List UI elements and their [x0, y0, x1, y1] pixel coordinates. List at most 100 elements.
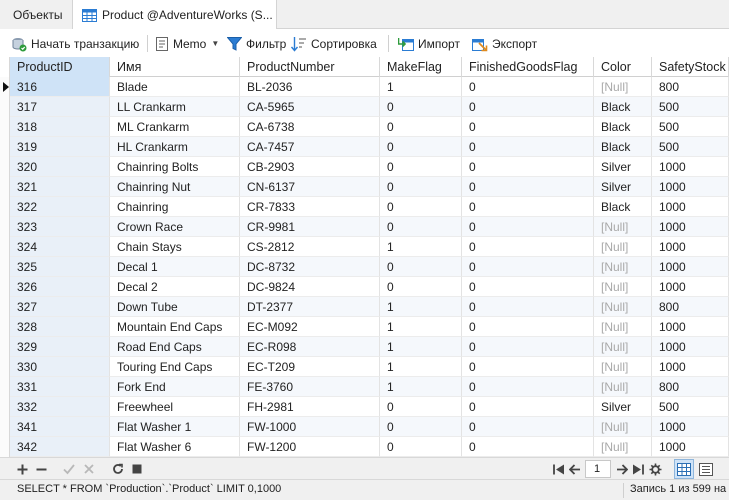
first-page-button[interactable]	[552, 460, 566, 478]
row-indicator[interactable]	[0, 337, 10, 357]
table-cell[interactable]: FH-2981	[240, 397, 380, 417]
table-cell[interactable]: 1000	[652, 177, 729, 197]
table-cell[interactable]: Freewheel	[110, 397, 240, 417]
table-row[interactable]: 330 Touring End Caps EC-T209 1 0 [Null] 1000	[0, 357, 729, 377]
table-cell[interactable]: 0	[380, 277, 462, 297]
stop-button[interactable]	[130, 460, 144, 478]
table-cell[interactable]: 322	[10, 197, 110, 217]
table-cell[interactable]: EC-R098	[240, 337, 380, 357]
table-cell[interactable]: 0	[462, 397, 594, 417]
table-cell[interactable]: 0	[380, 157, 462, 177]
table-cell[interactable]: Chain Stays	[110, 237, 240, 257]
table-cell[interactable]: 0	[462, 377, 594, 397]
table-cell[interactable]: [Null]	[594, 257, 652, 277]
table-cell[interactable]: 1000	[652, 277, 729, 297]
table-cell[interactable]: 1	[380, 337, 462, 357]
previous-page-button[interactable]	[568, 460, 582, 478]
table-cell[interactable]: Crown Race	[110, 217, 240, 237]
table-cell[interactable]: [Null]	[594, 337, 652, 357]
table-cell[interactable]: 1000	[652, 417, 729, 437]
table-cell[interactable]: Blade	[110, 77, 240, 97]
table-row[interactable]: 326 Decal 2 DC-9824 0 0 [Null] 1000	[0, 277, 729, 297]
table-cell[interactable]: 0	[380, 177, 462, 197]
table-cell[interactable]: Black	[594, 137, 652, 157]
table-cell[interactable]: [Null]	[594, 277, 652, 297]
table-cell[interactable]: 0	[462, 297, 594, 317]
table-cell[interactable]: 321	[10, 177, 110, 197]
tab-product-table[interactable]: Product @AdventureWorks (S...	[73, 0, 277, 30]
row-indicator[interactable]	[0, 317, 10, 337]
table-cell[interactable]: 323	[10, 217, 110, 237]
table-cell[interactable]: Black	[594, 197, 652, 217]
memo-button[interactable]: Memo ▼	[155, 33, 219, 54]
refresh-button[interactable]	[111, 460, 125, 478]
table-cell[interactable]: 0	[462, 417, 594, 437]
table-cell[interactable]: [Null]	[594, 357, 652, 377]
table-cell[interactable]: 325	[10, 257, 110, 277]
table-row[interactable]: 332 Freewheel FH-2981 0 0 Silver 500	[0, 397, 729, 417]
table-cell[interactable]: Chainring Bolts	[110, 157, 240, 177]
discard-changes-button[interactable]	[82, 460, 96, 478]
table-cell[interactable]: CA-6738	[240, 117, 380, 137]
table-cell[interactable]: CN-6137	[240, 177, 380, 197]
table-cell[interactable]: 0	[462, 277, 594, 297]
row-indicator[interactable]	[0, 97, 10, 117]
table-row[interactable]: 324 Chain Stays CS-2812 1 0 [Null] 1000	[0, 237, 729, 257]
row-indicator[interactable]	[0, 257, 10, 277]
table-cell[interactable]: 0	[380, 257, 462, 277]
table-row[interactable]: 342 Flat Washer 6 FW-1200 0 0 [Null] 1000	[0, 437, 729, 457]
table-cell[interactable]: 1000	[652, 337, 729, 357]
table-cell[interactable]: [Null]	[594, 317, 652, 337]
column-header-makeflag[interactable]: MakeFlag	[380, 57, 462, 77]
row-indicator[interactable]	[0, 357, 10, 377]
table-cell[interactable]: 0	[462, 97, 594, 117]
table-cell[interactable]: 341	[10, 417, 110, 437]
table-cell[interactable]: 0	[462, 157, 594, 177]
table-cell[interactable]: [Null]	[594, 417, 652, 437]
import-button[interactable]: Импорт	[398, 33, 460, 54]
table-cell[interactable]: [Null]	[594, 377, 652, 397]
table-cell[interactable]: 0	[380, 217, 462, 237]
table-cell[interactable]: 319	[10, 137, 110, 157]
table-cell[interactable]: CR-9981	[240, 217, 380, 237]
table-cell[interactable]: 0	[380, 97, 462, 117]
row-indicator[interactable]	[0, 197, 10, 217]
table-cell[interactable]: 500	[652, 137, 729, 157]
column-header-safetystock[interactable]: SafetyStock	[652, 57, 729, 77]
table-cell[interactable]: 320	[10, 157, 110, 177]
table-row[interactable]: 320 Chainring Bolts CB-2903 0 0 Silver 1000	[0, 157, 729, 177]
table-cell[interactable]: LL Crankarm	[110, 97, 240, 117]
table-cell[interactable]: Decal 1	[110, 257, 240, 277]
table-cell[interactable]: 0	[380, 437, 462, 457]
table-cell[interactable]: 0	[462, 117, 594, 137]
table-cell[interactable]: 0	[462, 357, 594, 377]
table-cell[interactable]: Decal 2	[110, 277, 240, 297]
row-indicator[interactable]	[0, 377, 10, 397]
table-cell[interactable]: 0	[462, 317, 594, 337]
table-cell[interactable]: 330	[10, 357, 110, 377]
table-cell[interactable]: 331	[10, 377, 110, 397]
table-cell[interactable]: 800	[652, 297, 729, 317]
table-cell[interactable]: CB-2903	[240, 157, 380, 177]
column-header-name[interactable]: Имя	[110, 57, 240, 77]
table-cell[interactable]: [Null]	[594, 437, 652, 457]
table-cell[interactable]: 1	[380, 77, 462, 97]
table-cell[interactable]: ML Crankarm	[110, 117, 240, 137]
table-row[interactable]: 341 Flat Washer 1 FW-1000 0 0 [Null] 1000	[0, 417, 729, 437]
sort-button[interactable]: Сортировка	[291, 33, 377, 54]
add-record-button[interactable]	[15, 460, 29, 478]
table-cell[interactable]: 500	[652, 117, 729, 137]
table-cell[interactable]: EC-T209	[240, 357, 380, 377]
table-cell[interactable]: 0	[462, 177, 594, 197]
table-row[interactable]: 329 Road End Caps EC-R098 1 0 [Null] 1000	[0, 337, 729, 357]
table-cell[interactable]: 1000	[652, 357, 729, 377]
table-row[interactable]: 325 Decal 1 DC-8732 0 0 [Null] 1000	[0, 257, 729, 277]
table-cell[interactable]: 0	[462, 197, 594, 217]
table-cell[interactable]: 328	[10, 317, 110, 337]
table-row[interactable]: 331 Fork End FE-3760 1 0 [Null] 800	[0, 377, 729, 397]
table-cell[interactable]: Fork End	[110, 377, 240, 397]
row-indicator[interactable]	[0, 177, 10, 197]
form-view-button[interactable]	[696, 459, 716, 479]
table-row[interactable]: 317 LL Crankarm CA-5965 0 0 Black 500	[0, 97, 729, 117]
tab-objects[interactable]: Объекты	[0, 0, 73, 29]
